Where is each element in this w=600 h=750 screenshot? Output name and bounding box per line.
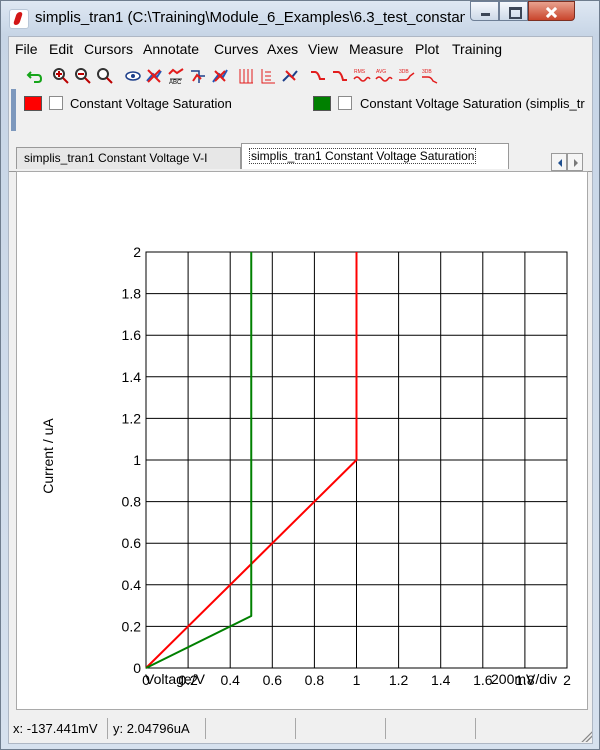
legend-label-red[interactable]: Constant Voltage Saturation	[70, 96, 232, 111]
graph-tabs: simplis_tran1 Constant Voltage V-I simpl…	[9, 143, 592, 172]
delete-curve-icon[interactable]	[145, 67, 163, 85]
grid-icon[interactable]	[237, 67, 255, 85]
y-tick-label: 0	[133, 660, 141, 676]
close-button[interactable]	[528, 1, 575, 21]
menu-annotate[interactable]: Annotate	[143, 41, 199, 59]
delete-curve-alt-icon[interactable]	[211, 67, 229, 85]
status-x-coordinate: x: -137.441mV	[13, 721, 98, 736]
menu-training[interactable]: Training	[452, 41, 502, 59]
plot-area[interactable]: 0 0.2 0.4 0.6 0.8 1 1.2 1.4 1.6 1.8 2 0 0.2 0.4 0.6 0.8…	[16, 171, 588, 710]
x-tick-label: 1.2	[389, 672, 409, 688]
menu-edit[interactable]: Edit	[49, 41, 73, 59]
status-empty-pane-1	[205, 718, 293, 739]
curve-arith-icon[interactable]	[309, 67, 327, 85]
scale-note: 200mV/div	[491, 671, 557, 687]
title-bar[interactable]: simplis_tran1 (C:\Training\Module_6_Exam…	[1, 1, 599, 36]
active-tab-label: simplis_tran1 Constant Voltage Saturatio…	[249, 148, 477, 164]
menu-cursors[interactable]: Cursors	[84, 41, 133, 59]
tab-scroll-right-icon[interactable]	[567, 153, 583, 171]
tab-constant-voltage-vi[interactable]: simplis_tran1 Constant Voltage V-I	[16, 147, 241, 169]
x-tick-label: 1	[353, 672, 361, 688]
y-tick-label: 0.6	[122, 535, 142, 551]
zoom-fit-icon[interactable]	[96, 67, 114, 85]
x-tick-label: 0.6	[263, 672, 283, 688]
application-window: simplis_tran1 (C:\Training\Module_6_Exam…	[0, 0, 600, 750]
svg-text:AVG: AVG	[376, 69, 386, 75]
window-title: simplis_tran1 (C:\Training\Module_6_Exam…	[35, 9, 465, 26]
x-tick-label: 1.4	[431, 672, 451, 688]
menu-plot[interactable]: Plot	[415, 41, 439, 59]
y-tick-label: 2	[133, 244, 141, 260]
status-empty-pane-3	[385, 718, 473, 739]
y-tick-label: 1.4	[122, 369, 142, 385]
properties-icon[interactable]	[281, 67, 299, 85]
x-tick-label: 0.8	[305, 672, 325, 688]
simplis-logo-icon	[9, 9, 29, 29]
x-axis-label: Voltage/V	[145, 671, 206, 687]
minimize-button[interactable]	[470, 1, 499, 21]
y-tick-label: 0.8	[122, 494, 142, 510]
maximize-button[interactable]	[499, 1, 528, 21]
legend-checkbox-red[interactable]	[49, 96, 63, 110]
x-tick-label: 0.4	[220, 672, 240, 688]
legend-scroll-indicator	[11, 89, 16, 131]
y-tick-label: 1	[133, 452, 141, 468]
x-tick-label: 1.6	[473, 672, 493, 688]
svg-text:ABC: ABC	[169, 80, 182, 85]
eye-icon[interactable]	[124, 67, 142, 85]
undo-icon[interactable]	[26, 67, 44, 85]
curve-legend: Constant Voltage Saturation Constant Vol…	[9, 88, 592, 131]
menu-bar: File Edit Cursors Annotate Curves Axes V…	[9, 37, 592, 63]
status-empty-pane-2	[295, 718, 383, 739]
tab-scroll-left-icon[interactable]	[551, 153, 567, 171]
svg-text:RMS: RMS	[354, 69, 366, 75]
3db-alt-icon[interactable]: 3DB	[421, 67, 439, 85]
rms-icon[interactable]: RMS	[353, 67, 371, 85]
curve-derivative-icon[interactable]	[331, 67, 349, 85]
zoom-in-icon[interactable]	[52, 67, 70, 85]
rename-curve-icon[interactable]: ABC	[167, 67, 185, 85]
zoom-out-icon[interactable]	[74, 67, 92, 85]
x-tick-label: 2	[563, 672, 571, 688]
status-bar: x: -137.441mV y: 2.04796uA	[9, 712, 592, 743]
menu-measure[interactable]: Measure	[349, 41, 403, 59]
menu-curves[interactable]: Curves	[214, 41, 258, 59]
waveform-viewer: File Edit Cursors Annotate Curves Axes V…	[8, 36, 593, 744]
y-tick-label: 1.2	[122, 410, 142, 426]
tab-constant-voltage-saturation[interactable]: simplis_tran1 Constant Voltage Saturatio…	[241, 143, 509, 169]
svg-text:3DB: 3DB	[399, 69, 409, 75]
legend-color-red[interactable]	[24, 96, 42, 111]
y-tick-label: 1.8	[122, 286, 142, 302]
status-y-coordinate: y: 2.04796uA	[107, 718, 203, 739]
legend-checkbox-green[interactable]	[338, 96, 352, 110]
y-axis-label: Current / uA	[40, 418, 56, 494]
menu-view[interactable]: View	[308, 41, 338, 59]
resize-grip-icon[interactable]	[580, 730, 592, 742]
y-tick-label: 1.6	[122, 327, 142, 343]
move-curve-icon[interactable]	[189, 67, 207, 85]
y-tick-label: 0.4	[122, 577, 142, 593]
legend-label-green[interactable]: Constant Voltage Saturation (simplis_tr	[360, 96, 590, 111]
y-tick-label: 0.2	[122, 618, 142, 634]
svg-text:3DB: 3DB	[422, 69, 432, 75]
ticks-icon[interactable]	[259, 67, 277, 85]
3db-icon[interactable]: 3DB	[398, 67, 416, 85]
iv-chart[interactable]: 0 0.2 0.4 0.6 0.8 1 1.2 1.4 1.6 1.8 200.20.40.60.8…	[17, 172, 588, 710]
menu-file[interactable]: File	[15, 41, 38, 59]
legend-color-green[interactable]	[313, 96, 331, 111]
toolbar: ABC RMS AVG 3DB 3DB	[9, 64, 592, 89]
avg-icon[interactable]: AVG	[375, 67, 393, 85]
menu-axes[interactable]: Axes	[267, 41, 298, 59]
status-empty-pane-4	[475, 718, 563, 739]
